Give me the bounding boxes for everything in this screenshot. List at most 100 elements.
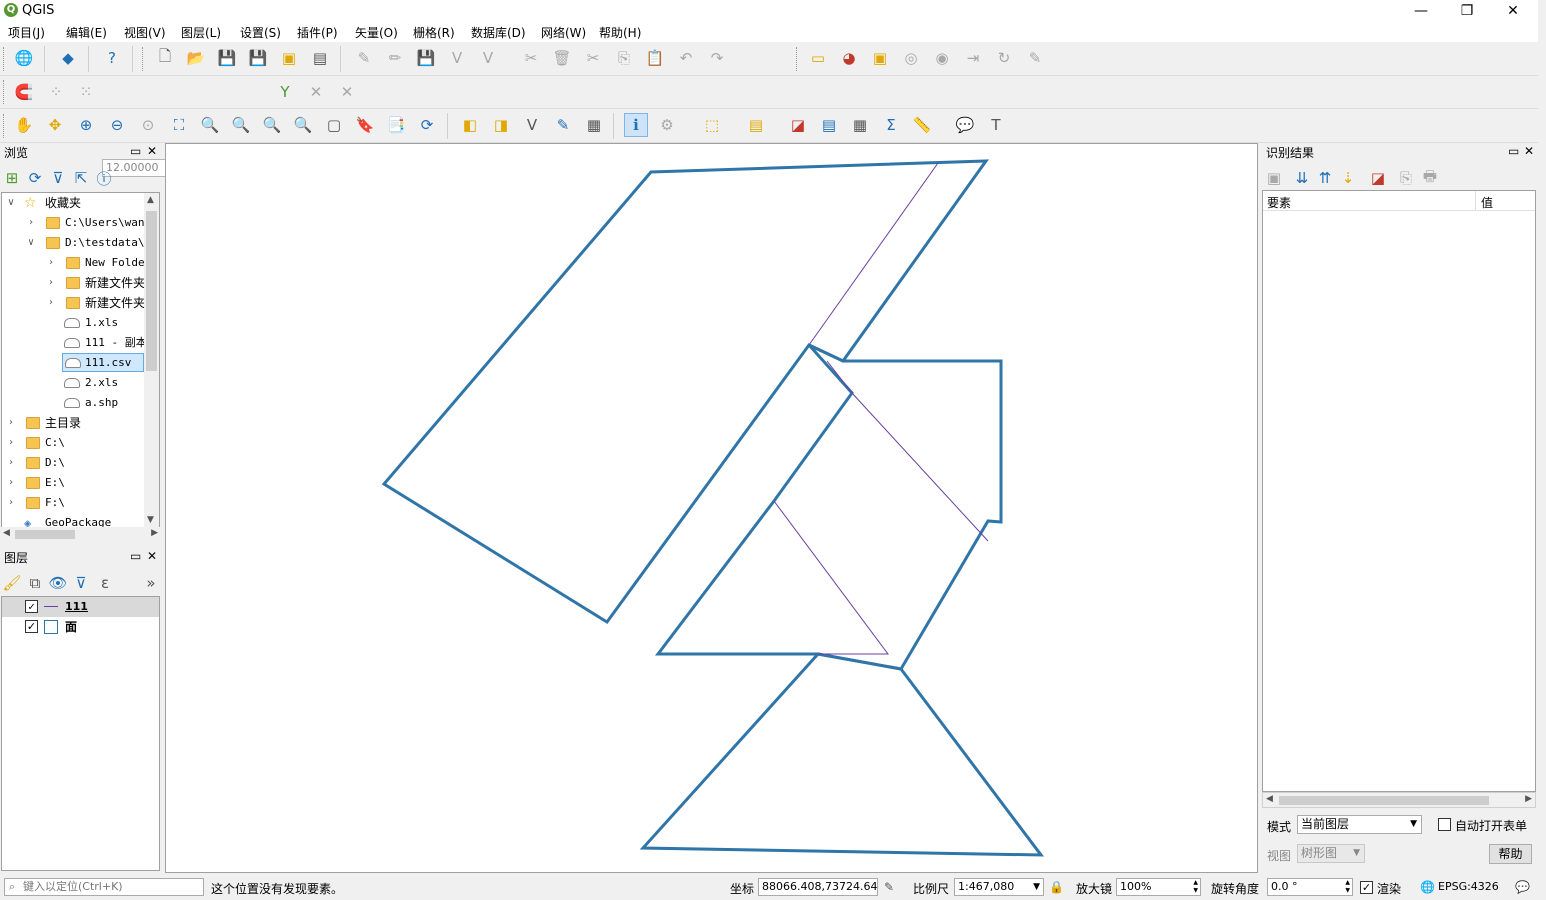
menu-view[interactable]: 视图(V) (124, 24, 166, 41)
lock-scale-icon[interactable]: 🔒 (1049, 880, 1064, 894)
diagram-icon[interactable]: ◕ (837, 46, 861, 70)
refresh-browser-icon[interactable]: ⟳ (25, 166, 45, 190)
float-panel-icon[interactable]: ▭ (1508, 144, 1519, 158)
pan-hand-icon[interactable]: ✋ (12, 113, 36, 137)
topological-editing-icon[interactable]: Y (273, 80, 297, 104)
filter-expression-icon[interactable]: ε (95, 571, 115, 595)
chevron-right-icon[interactable]: › (5, 413, 17, 433)
browser-vertical-scrollbar[interactable]: ▲ ▼ (144, 193, 159, 527)
scrollbar-thumb[interactable] (146, 211, 157, 371)
measure-line-icon[interactable]: 📏 (910, 113, 934, 137)
zoom-to-layer-icon[interactable]: 🔍 (229, 113, 253, 137)
delete-selected-icon[interactable]: ✂ (519, 46, 543, 70)
style-brush-icon[interactable]: 🖌 (2, 571, 22, 595)
map-tip-bubble-icon[interactable]: 💬 (953, 113, 977, 137)
filter-legend-icon[interactable]: ⊽ (71, 571, 91, 595)
snap-mode-icon[interactable]: ⁘ (44, 80, 68, 104)
scroll-right-icon[interactable]: ▶ (1525, 794, 1532, 804)
menu-layer[interactable]: 图层(L) (181, 24, 221, 41)
chevron-down-icon[interactable]: ∨ (5, 193, 17, 213)
filter-browser-icon[interactable]: ⊽ (48, 166, 68, 190)
vertex-tool-icon[interactable]: V (476, 46, 500, 70)
magnet-snapping-icon[interactable]: 🧲 (12, 80, 36, 104)
float-panel-icon[interactable]: ▭ (130, 144, 141, 158)
add-feature-icon[interactable]: V (445, 46, 469, 70)
list-item[interactable]: ∨ ☆ 收藏夹 (2, 193, 145, 213)
rotate-label-icon[interactable]: ↻ (992, 46, 1016, 70)
zoom-native-icon[interactable]: ⊙ (136, 113, 160, 137)
restore-button[interactable]: ❐ (1444, 0, 1490, 22)
refresh-icon[interactable]: ⟳ (415, 113, 439, 137)
zoom-out-icon[interactable]: ⊖ (105, 113, 129, 137)
list-item-selected[interactable]: 111.csv (62, 353, 144, 372)
expand-all-icon[interactable]: ⇊ (1292, 166, 1312, 190)
attribute-table-icon[interactable]: ▤ (817, 113, 841, 137)
float-panel-icon[interactable]: ▭ (130, 549, 141, 563)
cut-icon[interactable]: ✂ (581, 46, 605, 70)
minimize-button[interactable]: — (1398, 0, 1444, 22)
map-canvas[interactable] (165, 143, 1258, 873)
list-item[interactable]: › New Folder (2, 253, 151, 273)
clear-results-icon[interactable]: ◪ (1368, 166, 1388, 190)
list-item[interactable]: 111 - 副本 (2, 333, 147, 353)
expand-tree-icon[interactable]: ▣ (1264, 166, 1284, 190)
help-button[interactable]: 帮助 (1489, 844, 1532, 864)
snap-type-icon[interactable]: ⁙ (74, 80, 98, 104)
menu-raster[interactable]: 栅格(R) (413, 24, 455, 41)
redo-icon[interactable]: ↷ (705, 46, 729, 70)
label-toolbar-icon[interactable]: ▭ (806, 46, 830, 70)
toolbox-icon[interactable]: ◨ (489, 113, 513, 137)
chevron-right-icon[interactable]: › (25, 213, 37, 233)
field-calculator-icon[interactable]: ▦ (848, 113, 872, 137)
chevron-down-icon[interactable]: ∨ (25, 233, 37, 253)
zoom-in-icon[interactable]: ⊕ (74, 113, 98, 137)
column-header-value[interactable]: 值 (1481, 194, 1493, 211)
list-item[interactable]: a.shp (2, 393, 145, 413)
show-hide-labels-icon[interactable]: ◉ (930, 46, 954, 70)
messages-bubble-icon[interactable]: 💬 (1515, 880, 1530, 894)
manage-visibility-eye-icon[interactable]: 👁 (48, 571, 68, 595)
close-button[interactable]: ✕ (1490, 0, 1536, 22)
close-panel-icon[interactable]: ✕ (147, 144, 157, 158)
statistics-sigma-icon[interactable]: Σ (879, 113, 903, 137)
save-edits-icon[interactable]: 💾 (414, 46, 438, 70)
new-project-icon[interactable]: 🗋 (153, 46, 177, 70)
layer-row[interactable]: ✓ 面 (2, 617, 159, 637)
zoom-next-icon[interactable]: 🔍 (291, 113, 315, 137)
statusbar-icon[interactable]: ▦ (582, 113, 606, 137)
tracing-icon[interactable]: ✕ (335, 80, 359, 104)
list-item[interactable]: › E:\ (2, 473, 145, 493)
render-checkbox[interactable]: ✓ (1360, 881, 1373, 894)
chevron-right-icon[interactable]: › (5, 433, 17, 453)
browser-horizontal-scrollbar[interactable]: ◀ ▶ (1, 527, 160, 542)
save-as-icon[interactable]: 💾 (246, 46, 270, 70)
select-features-icon[interactable]: ⬚ (700, 113, 724, 137)
crs-globe-icon[interactable]: 🌐 (1420, 880, 1435, 894)
rotation-spinbox[interactable]: 0.0 ° ▲ ▼ (1267, 878, 1353, 896)
trash-icon[interactable]: 🗑 (550, 46, 574, 70)
menu-database[interactable]: 数据库(D) (471, 24, 526, 41)
snap-intersection-icon[interactable]: ✕ (304, 80, 328, 104)
menu-web[interactable]: 网络(W) (541, 24, 586, 41)
scroll-down-icon[interactable]: ▼ (147, 515, 154, 525)
new-print-layout-icon[interactable]: ▣ (277, 46, 301, 70)
coordinate-input[interactable]: 88066.408,73724.642 (758, 878, 878, 896)
menu-help[interactable]: 帮助(H) (599, 24, 641, 41)
list-item[interactable]: › 新建文件夹 (2, 293, 145, 313)
map-tips-icon[interactable]: ⚙ (655, 113, 679, 137)
copy-icon[interactable]: ⎘ (612, 46, 636, 70)
list-item[interactable]: › C:\Users\wang (2, 213, 151, 233)
add-selected-layers-icon[interactable]: ⊞ (2, 166, 22, 190)
globe-plugin-icon[interactable]: 🌐 (12, 46, 36, 70)
properties-info-icon[interactable]: ⓘ (94, 166, 114, 190)
toggle-editing-icon[interactable]: ✏ (383, 46, 407, 70)
close-panel-icon[interactable]: ✕ (147, 549, 157, 563)
change-label-icon[interactable]: ✎ (1023, 46, 1047, 70)
new-map-view-icon[interactable]: ▢ (322, 113, 346, 137)
toggle-extents-icon[interactable]: ✎ (884, 880, 894, 894)
add-group-icon[interactable]: ⧉ (25, 571, 45, 595)
move-label-icon[interactable]: ⇥ (961, 46, 985, 70)
layer-visibility-checkbox[interactable]: ✓ (25, 600, 38, 613)
help-icon[interactable]: ? (100, 46, 124, 70)
scrollbar-thumb[interactable] (15, 530, 75, 539)
